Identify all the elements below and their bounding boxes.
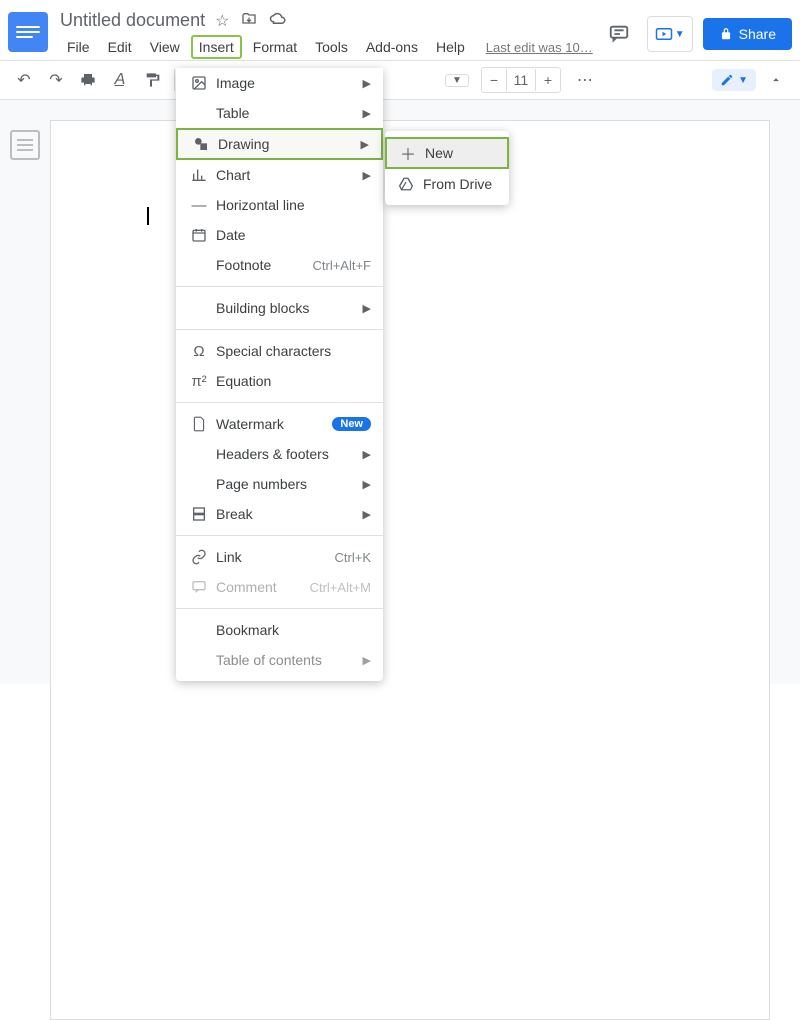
insert-menu-dropdown: Image ▶ Table ▶ Drawing ▶ Chart ▶ ― Hori… bbox=[176, 68, 383, 681]
hline-icon: ― bbox=[188, 197, 210, 214]
editing-mode-button[interactable]: ▼ bbox=[712, 69, 756, 91]
text-cursor bbox=[147, 207, 149, 225]
menu-help[interactable]: Help bbox=[429, 35, 472, 59]
submenu-arrow-icon: ▶ bbox=[363, 478, 371, 491]
insert-watermark[interactable]: Watermark New bbox=[176, 409, 383, 439]
insert-special-chars[interactable]: Ω Special characters bbox=[176, 336, 383, 366]
insert-page-numbers[interactable]: Page numbers ▶ bbox=[176, 469, 383, 499]
font-size-group: ▼ bbox=[445, 74, 469, 87]
menu-file[interactable]: File bbox=[60, 35, 97, 59]
watermark-icon bbox=[188, 416, 210, 432]
submenu-arrow-icon: ▶ bbox=[361, 138, 369, 151]
calendar-icon bbox=[188, 227, 210, 243]
insert-bookmark[interactable]: Bookmark bbox=[176, 615, 383, 645]
insert-image[interactable]: Image ▶ bbox=[176, 68, 383, 98]
submenu-arrow-icon: ▶ bbox=[363, 508, 371, 521]
print-button[interactable] bbox=[74, 66, 102, 94]
menu-tools[interactable]: Tools bbox=[308, 35, 355, 59]
menu-insert[interactable]: Insert bbox=[191, 35, 242, 59]
insert-headers-footers[interactable]: Headers & footers ▶ bbox=[176, 439, 383, 469]
insert-break[interactable]: Break ▶ bbox=[176, 499, 383, 529]
present-button[interactable]: ▼ bbox=[647, 16, 693, 52]
comment-icon bbox=[188, 579, 210, 595]
paint-format-button[interactable] bbox=[138, 66, 166, 94]
submenu-arrow-icon: ▶ bbox=[363, 169, 371, 182]
insert-chart[interactable]: Chart ▶ bbox=[176, 160, 383, 190]
docs-logo[interactable] bbox=[8, 12, 48, 52]
submenu-arrow-icon: ▶ bbox=[363, 654, 371, 667]
page[interactable] bbox=[50, 120, 770, 1020]
font-size-stepper: − 11 + bbox=[481, 67, 561, 93]
insert-horizontal-line[interactable]: ― Horizontal line bbox=[176, 190, 383, 220]
outline-toggle-icon[interactable] bbox=[10, 130, 40, 160]
link-icon bbox=[188, 549, 210, 565]
submenu-arrow-icon: ▶ bbox=[363, 107, 371, 120]
spellcheck-button[interactable]: A̲ bbox=[106, 66, 134, 94]
drive-icon bbox=[397, 177, 415, 191]
submenu-arrow-icon: ▶ bbox=[363, 77, 371, 90]
new-badge: New bbox=[332, 417, 371, 431]
share-label: Share bbox=[739, 26, 776, 42]
image-icon bbox=[188, 75, 210, 91]
break-icon bbox=[188, 506, 210, 522]
insert-equation[interactable]: π² Equation bbox=[176, 366, 383, 396]
collapse-toolbar-button[interactable] bbox=[762, 66, 790, 94]
doc-area: Untitled document ☆ File Edit View Inser… bbox=[60, 6, 601, 59]
insert-link[interactable]: Link Ctrl+K bbox=[176, 542, 383, 572]
insert-toc[interactable]: Table of contents ▶ bbox=[176, 645, 383, 675]
pi-icon: π² bbox=[188, 373, 210, 390]
last-edit-link[interactable]: Last edit was 10… bbox=[486, 40, 593, 55]
font-size-decrease[interactable]: − bbox=[482, 68, 506, 92]
drawing-icon bbox=[190, 136, 212, 152]
insert-footnote[interactable]: Footnote Ctrl+Alt+F bbox=[176, 250, 383, 280]
font-size-value[interactable]: 11 bbox=[506, 69, 536, 91]
insert-building-blocks[interactable]: Building blocks ▶ bbox=[176, 293, 383, 323]
submenu-arrow-icon: ▶ bbox=[363, 302, 371, 315]
submenu-arrow-icon: ▶ bbox=[363, 448, 371, 461]
menu-addons[interactable]: Add-ons bbox=[359, 35, 425, 59]
redo-button[interactable]: ↷ bbox=[42, 66, 70, 94]
star-icon[interactable]: ☆ bbox=[215, 11, 229, 31]
drawing-from-drive-label: From Drive bbox=[423, 176, 492, 192]
cloud-status-icon[interactable] bbox=[269, 11, 287, 31]
toolbar: ↶ ↷ A̲ ▼ − 11 + ⋯ ▼ bbox=[0, 60, 800, 100]
drawing-new-label: New bbox=[425, 145, 453, 161]
insert-drawing[interactable]: Drawing ▶ bbox=[176, 128, 383, 160]
omega-icon: Ω bbox=[188, 343, 210, 360]
menu-edit[interactable]: Edit bbox=[101, 35, 139, 59]
menu-format[interactable]: Format bbox=[246, 35, 304, 59]
insert-table[interactable]: Table ▶ bbox=[176, 98, 383, 128]
style-dropdown-caret[interactable]: ▼ bbox=[452, 75, 462, 86]
drawing-new[interactable]: ＋ New bbox=[385, 137, 509, 169]
drawing-submenu: ＋ New From Drive bbox=[385, 131, 509, 205]
move-icon[interactable] bbox=[241, 11, 257, 31]
insert-date[interactable]: Date bbox=[176, 220, 383, 250]
more-toolbar-button[interactable]: ⋯ bbox=[571, 66, 599, 94]
comments-history-icon[interactable] bbox=[601, 16, 637, 52]
plus-icon: ＋ bbox=[399, 141, 417, 165]
insert-comment: Comment Ctrl+Alt+M bbox=[176, 572, 383, 602]
doc-title[interactable]: Untitled document bbox=[60, 10, 205, 31]
share-button[interactable]: Share bbox=[703, 18, 792, 50]
chart-icon bbox=[188, 167, 210, 183]
undo-button[interactable]: ↶ bbox=[10, 66, 38, 94]
menu-bar: File Edit View Insert Format Tools Add-o… bbox=[60, 35, 601, 59]
font-size-increase[interactable]: + bbox=[536, 68, 560, 92]
menu-view[interactable]: View bbox=[143, 35, 187, 59]
header: Untitled document ☆ File Edit View Inser… bbox=[0, 0, 800, 60]
drawing-from-drive[interactable]: From Drive bbox=[385, 169, 509, 199]
